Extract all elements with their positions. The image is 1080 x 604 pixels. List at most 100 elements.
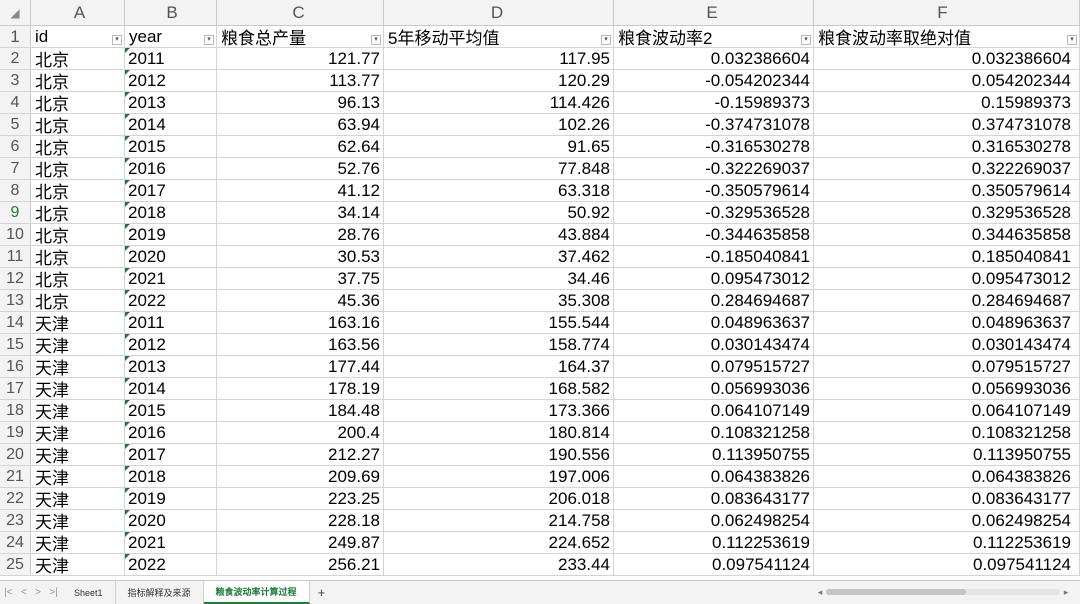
spreadsheet-grid[interactable]: ◢ A B C D E F 1 id ▾ year ▾ 粮食总产量 ▾ 5年移动平均值… — [0, 0, 1080, 580]
cell-volatility[interactable]: -0.329536528 — [614, 202, 814, 223]
cell-id[interactable]: 天津 — [31, 356, 125, 377]
row-number[interactable]: 8 — [0, 180, 31, 201]
cell-moving-average[interactable]: 206.018 — [384, 488, 614, 509]
cell-year[interactable]: 2011 — [125, 312, 217, 333]
cell-abs-volatility[interactable]: 0.113950755 — [814, 444, 1080, 465]
cell-moving-average[interactable]: 120.29 — [384, 70, 614, 91]
cell-id[interactable]: 天津 — [31, 400, 125, 421]
cell-year[interactable]: 2020 — [125, 246, 217, 267]
last-sheet-icon[interactable]: >| — [49, 587, 57, 598]
cell-total-output[interactable]: 41.12 — [217, 180, 384, 201]
cell-total-output[interactable]: 223.25 — [217, 488, 384, 509]
filter-dropdown-icon[interactable]: ▾ — [1067, 35, 1077, 45]
column-header-b[interactable]: B — [125, 0, 217, 25]
horizontal-scrollbar[interactable]: ◂ ▸ — [814, 587, 1072, 597]
cell-id[interactable]: 北京 — [31, 114, 125, 135]
filter-dropdown-icon[interactable]: ▾ — [601, 35, 611, 45]
cell-abs-volatility[interactable]: 0.079515727 — [814, 356, 1080, 377]
sheet-tab-volatility[interactable]: 粮食波动率计算过程 — [203, 581, 310, 604]
cell-year[interactable]: 2020 — [125, 510, 217, 531]
cell-total-output[interactable]: 163.56 — [217, 334, 384, 355]
cell-total-output[interactable]: 34.14 — [217, 202, 384, 223]
cell-abs-volatility[interactable]: 0.374731078 — [814, 114, 1080, 135]
column-header-a[interactable]: A — [31, 0, 125, 25]
cell-year[interactable]: 2017 — [125, 444, 217, 465]
row-number[interactable]: 15 — [0, 334, 31, 355]
filter-dropdown-icon[interactable]: ▾ — [112, 35, 122, 45]
cell-year[interactable]: 2021 — [125, 268, 217, 289]
cell-moving-average[interactable]: 173.366 — [384, 400, 614, 421]
cell-moving-average[interactable]: 224.652 — [384, 532, 614, 553]
cell-year[interactable]: 2016 — [125, 422, 217, 443]
row-number[interactable]: 18 — [0, 400, 31, 421]
cell-volatility[interactable]: 0.097541124 — [614, 554, 814, 575]
cell-total-output[interactable]: 52.76 — [217, 158, 384, 179]
cell-year[interactable]: 2021 — [125, 532, 217, 553]
cell-volatility[interactable]: 0.032386604 — [614, 48, 814, 69]
cell-id[interactable]: 天津 — [31, 422, 125, 443]
cell-abs-volatility[interactable]: 0.112253619 — [814, 532, 1080, 553]
cell-volatility[interactable]: 0.112253619 — [614, 532, 814, 553]
cell-moving-average[interactable]: 77.848 — [384, 158, 614, 179]
cell-moving-average[interactable]: 50.92 — [384, 202, 614, 223]
cell-id[interactable]: 北京 — [31, 224, 125, 245]
add-sheet-button[interactable]: + — [310, 585, 334, 600]
cell-abs-volatility[interactable]: 0.048963637 — [814, 312, 1080, 333]
cell-volatility[interactable]: -0.15989373 — [614, 92, 814, 113]
header-cell-total-output[interactable]: 粮食总产量 ▾ — [217, 26, 384, 47]
cell-id[interactable]: 北京 — [31, 92, 125, 113]
cell-abs-volatility[interactable]: 0.032386604 — [814, 48, 1080, 69]
cell-abs-volatility[interactable]: 0.083643177 — [814, 488, 1080, 509]
cell-total-output[interactable]: 163.16 — [217, 312, 384, 333]
cell-volatility[interactable]: -0.344635858 — [614, 224, 814, 245]
cell-moving-average[interactable]: 158.774 — [384, 334, 614, 355]
cell-year[interactable]: 2011 — [125, 48, 217, 69]
cell-year[interactable]: 2015 — [125, 400, 217, 421]
cell-total-output[interactable]: 113.77 — [217, 70, 384, 91]
filter-dropdown-icon[interactable]: ▾ — [801, 35, 811, 45]
prev-sheet-icon[interactable]: < — [21, 587, 27, 598]
cell-year[interactable]: 2012 — [125, 70, 217, 91]
cell-volatility[interactable]: 0.056993036 — [614, 378, 814, 399]
row-number[interactable]: 22 — [0, 488, 31, 509]
cell-year[interactable]: 2014 — [125, 378, 217, 399]
cell-total-output[interactable]: 45.36 — [217, 290, 384, 311]
row-number[interactable]: 19 — [0, 422, 31, 443]
cell-id[interactable]: 北京 — [31, 158, 125, 179]
cell-volatility[interactable]: 0.064383826 — [614, 466, 814, 487]
cell-id[interactable]: 北京 — [31, 268, 125, 289]
cell-total-output[interactable]: 96.13 — [217, 92, 384, 113]
cell-abs-volatility[interactable]: 0.056993036 — [814, 378, 1080, 399]
cell-total-output[interactable]: 212.27 — [217, 444, 384, 465]
cell-total-output[interactable]: 249.87 — [217, 532, 384, 553]
row-number[interactable]: 7 — [0, 158, 31, 179]
cell-id[interactable]: 北京 — [31, 180, 125, 201]
cell-volatility[interactable]: 0.113950755 — [614, 444, 814, 465]
cell-year[interactable]: 2018 — [125, 202, 217, 223]
cell-abs-volatility[interactable]: 0.054202344 — [814, 70, 1080, 91]
cell-volatility[interactable]: -0.054202344 — [614, 70, 814, 91]
cell-id[interactable]: 北京 — [31, 48, 125, 69]
row-number[interactable]: 11 — [0, 246, 31, 267]
cell-total-output[interactable]: 121.77 — [217, 48, 384, 69]
cell-total-output[interactable]: 28.76 — [217, 224, 384, 245]
sheet-tab-indicators[interactable]: 指标解释及来源 — [116, 581, 204, 604]
cell-abs-volatility[interactable]: 0.064107149 — [814, 400, 1080, 421]
cell-abs-volatility[interactable]: 0.062498254 — [814, 510, 1080, 531]
cell-year[interactable]: 2019 — [125, 224, 217, 245]
cell-id[interactable]: 天津 — [31, 510, 125, 531]
cell-moving-average[interactable]: 164.37 — [384, 356, 614, 377]
header-cell-moving-average[interactable]: 5年移动平均值 ▾ — [384, 26, 614, 47]
filter-dropdown-icon[interactable]: ▾ — [204, 35, 214, 45]
row-number[interactable]: 9 — [0, 202, 31, 223]
cell-volatility[interactable]: -0.185040841 — [614, 246, 814, 267]
cell-moving-average[interactable]: 34.46 — [384, 268, 614, 289]
cell-total-output[interactable]: 178.19 — [217, 378, 384, 399]
cell-year[interactable]: 2013 — [125, 356, 217, 377]
cell-year[interactable]: 2015 — [125, 136, 217, 157]
row-number[interactable]: 21 — [0, 466, 31, 487]
scroll-right-icon[interactable]: ▸ — [1060, 587, 1072, 598]
row-number[interactable]: 10 — [0, 224, 31, 245]
cell-total-output[interactable]: 30.53 — [217, 246, 384, 267]
cell-abs-volatility[interactable]: 0.284694687 — [814, 290, 1080, 311]
